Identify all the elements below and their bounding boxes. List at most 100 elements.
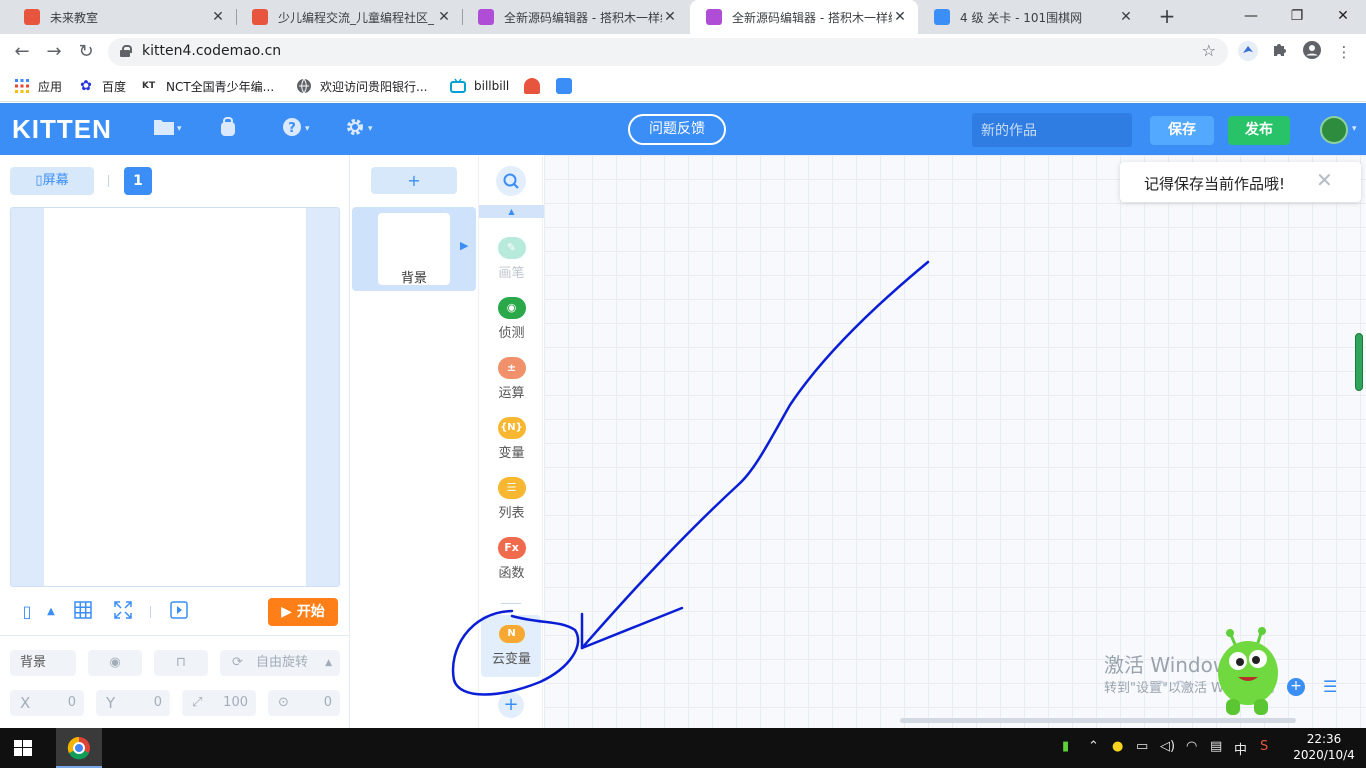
power-icon[interactable]: ▭ <box>1136 739 1148 754</box>
category-operators[interactable]: ± 运算 <box>479 357 544 401</box>
work-name-input[interactable] <box>972 113 1132 147</box>
lock-toggle[interactable]: ⊓ <box>154 650 208 676</box>
tab-close-icon[interactable]: ✕ <box>1118 9 1134 25</box>
tab-close-icon[interactable]: ✕ <box>662 9 678 25</box>
chevron-down-icon[interactable]: ▾ <box>1352 124 1357 134</box>
device-icon[interactable]: ▯ <box>16 601 38 623</box>
category-cloud-variables[interactable]: N 云变量 <box>481 615 541 677</box>
browser-tab-1[interactable]: 未来教室 ✕ <box>8 0 236 34</box>
chevron-right-icon[interactable]: ▶ <box>460 239 468 252</box>
file-menu[interactable]: ▾ <box>154 117 182 141</box>
extensions-puzzle-icon[interactable] <box>1268 40 1292 64</box>
tab-title: 未来教室 <box>50 10 99 25</box>
grid-icon[interactable] <box>72 601 94 623</box>
start-button[interactable]: ▶ 开始 <box>268 598 338 626</box>
maximize-button[interactable]: ❐ <box>1274 0 1320 34</box>
windows-start-icon[interactable] <box>14 740 32 756</box>
svg-text:?: ? <box>288 121 296 136</box>
publish-button[interactable]: 发布 <box>1228 116 1290 145</box>
bookmark-apps[interactable]: 应用 <box>14 76 62 96</box>
back-icon[interactable]: ← <box>10 40 34 64</box>
volume-icon[interactable]: ◁) <box>1160 739 1175 754</box>
tab-close-icon[interactable]: ✕ <box>210 9 226 25</box>
new-tab-button[interactable]: + <box>1154 4 1180 30</box>
input-keyboard-icon[interactable]: ▤ <box>1210 739 1222 754</box>
extension-bird-icon[interactable] <box>1236 40 1260 64</box>
bookmark-baidu[interactable]: ✿ 百度 <box>78 76 126 96</box>
scroll-up-button[interactable]: ▲ <box>479 205 544 218</box>
avatar[interactable] <box>1320 116 1348 144</box>
screen-button[interactable]: ▯屏幕 <box>10 167 94 195</box>
direction-field[interactable]: ⊙ 0 <box>268 690 340 716</box>
zoom-in-button[interactable]: + <box>1287 678 1305 696</box>
browser-menu-icon[interactable]: ⋮ <box>1332 40 1356 64</box>
battery-saver-icon[interactable]: ▮ <box>1062 739 1069 754</box>
wifi-icon[interactable]: ◠ <box>1186 739 1197 754</box>
bookmark-label: 应用 <box>38 79 63 94</box>
tray-expand-icon[interactable]: ⌃ <box>1088 739 1099 754</box>
save-button[interactable]: 保存 <box>1150 116 1214 145</box>
bookmark-codemao[interactable] <box>524 76 548 96</box>
chrome-taskbar-button[interactable] <box>56 728 102 768</box>
app-header: KITTEN ▾ ? ▾ ▾ 问题反馈 保存 发布 ▾ <box>0 103 1366 155</box>
undo-redo-icon[interactable]: ↶ ↷ <box>1150 675 1190 699</box>
horizontal-scrollbar[interactable] <box>900 718 1296 723</box>
vertical-scrollbar[interactable] <box>1355 333 1363 391</box>
url-text[interactable]: kitten4.codemao.cn <box>142 43 281 59</box>
category-functions[interactable]: Fx 函数 <box>479 537 544 581</box>
backpack-icon <box>218 116 238 142</box>
tab-close-icon[interactable]: ✕ <box>892 9 908 25</box>
align-blocks-icon[interactable]: ☰ <box>1323 677 1337 696</box>
play-icon: ▶ <box>281 604 297 620</box>
category-lists[interactable]: ☰ 列表 <box>479 477 544 521</box>
add-sprite-button[interactable]: + <box>371 167 457 194</box>
help-menu[interactable]: ? ▾ <box>282 117 310 141</box>
forward-icon[interactable]: → <box>42 40 66 64</box>
browser-tab-5[interactable]: 4 级 关卡 - 101围棋网 ✕ <box>918 0 1144 34</box>
search-button[interactable] <box>496 166 526 196</box>
play-preview-icon[interactable] <box>168 601 190 623</box>
y-field[interactable]: Y 0 <box>96 690 170 716</box>
ime-indicator[interactable]: 中 <box>1234 739 1247 758</box>
kitten-logo: KITTEN <box>12 114 112 144</box>
bookmark-nct[interactable]: KT NCT全国青少年编... <box>142 76 274 96</box>
add-extension-button[interactable]: + <box>498 692 524 718</box>
category-pen[interactable]: ✎ 画笔 <box>479 237 544 281</box>
feedback-button[interactable]: 问题反馈 <box>628 114 726 145</box>
code-workspace[interactable]: 记得保存当前作品哦! ✕ 激活 Windows 转到"设置"以激活 Window… <box>544 155 1366 728</box>
close-window-button[interactable]: ✕ <box>1320 0 1366 34</box>
close-icon[interactable]: ✕ <box>1316 168 1333 192</box>
minimize-button[interactable]: — <box>1228 0 1274 34</box>
category-detect[interactable]: ◉ 侦测 <box>479 297 544 341</box>
settings-menu[interactable]: ▾ <box>345 117 373 141</box>
reload-icon[interactable]: ↻ <box>74 40 98 64</box>
system-clock[interactable]: 22:36 2020/10/4 <box>1292 731 1356 763</box>
bookmark-kitten[interactable] <box>556 76 580 96</box>
sogou-icon[interactable]: S <box>1260 739 1268 754</box>
browser-tab-2[interactable]: 少儿编程交流_儿童编程社区_ ✕ <box>236 0 462 34</box>
browser-tab-3[interactable]: 全新源码编辑器 - 搭积木一样编 ✕ <box>462 0 688 34</box>
x-field[interactable]: X 0 <box>10 690 84 716</box>
sprite-name-field[interactable]: 背景 <box>10 650 76 676</box>
folder-icon <box>154 118 174 140</box>
size-field[interactable]: ⤢ 100 <box>182 690 256 716</box>
bookmark-bank[interactable]: 欢迎访问贵阳银行... <box>296 76 427 96</box>
sprite-card[interactable]: 背景 ▶ <box>352 207 476 291</box>
bookmark-billbill[interactable]: billbill <box>450 76 509 96</box>
page-number-badge[interactable]: 1 <box>124 167 152 195</box>
browser-tab-4-active[interactable]: 全新源码编辑器 - 搭积木一样编 ✕ <box>690 0 918 34</box>
chrome-icon <box>67 736 90 760</box>
tray-app-icon[interactable]: ● <box>1112 739 1123 754</box>
omnibox[interactable]: kitten4.codemao.cn ☆ <box>108 38 1228 66</box>
category-variables[interactable]: {N} 变量 <box>479 417 544 461</box>
chevron-up-icon[interactable]: ▲ <box>40 601 62 623</box>
rotation-mode-select[interactable]: ⟳ 自由旋转 ▲ <box>220 650 340 676</box>
backpack-menu[interactable] <box>218 116 238 142</box>
kitten-favicon-icon <box>706 9 722 25</box>
stage-canvas[interactable] <box>44 208 306 586</box>
fullscreen-icon[interactable] <box>112 601 134 623</box>
bookmark-star-icon[interactable]: ☆ <box>1202 41 1216 60</box>
tab-close-icon[interactable]: ✕ <box>436 9 452 25</box>
profile-icon[interactable] <box>1300 40 1324 64</box>
visibility-toggle[interactable]: ◉ <box>88 650 142 676</box>
